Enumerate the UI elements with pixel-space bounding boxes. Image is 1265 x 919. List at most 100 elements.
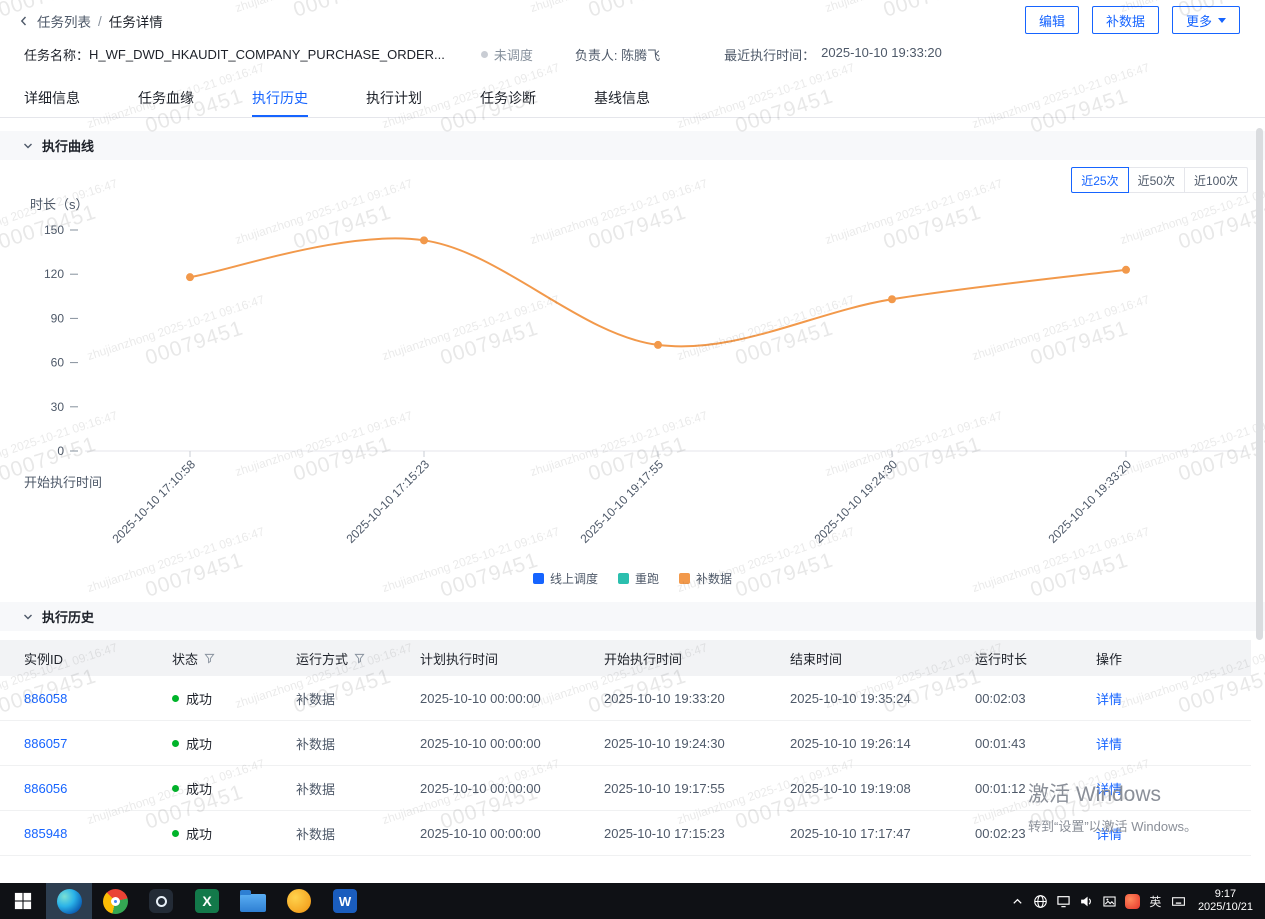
svg-text:30: 30 — [51, 400, 65, 414]
app-icon-dark-circle[interactable] — [138, 883, 184, 919]
detail-link[interactable]: 详情 — [1096, 824, 1251, 843]
tab-baseline[interactable]: 基线信息 — [594, 82, 650, 117]
svg-text:2025-10-10 17:10:58: 2025-10-10 17:10:58 — [109, 457, 198, 546]
col-header-run-mode: 运行方式 — [296, 649, 420, 668]
detail-link[interactable]: 详情 — [1096, 734, 1251, 753]
planned-time-cell: 2025-10-10 00:00:00 — [420, 691, 604, 706]
legend-item-rerun[interactable]: 重跑 — [618, 570, 659, 587]
taskbar-clock[interactable]: 9:17 2025/10/21 — [1190, 888, 1265, 914]
breadcrumb: 任务列表 / 任务详情 — [18, 11, 163, 31]
header-actions: 编辑 补数据 更多 — [1025, 6, 1240, 34]
red-app-tray-icon[interactable] — [1121, 883, 1144, 919]
history-table-header: 实例ID 状态 运行方式 计划执行时间 开始执行时间 结束时间 运行时长 操作 — [0, 640, 1251, 676]
history-table: 实例ID 状态 运行方式 计划执行时间 开始执行时间 结束时间 运行时长 操作 … — [0, 640, 1251, 856]
col-header-actions: 操作 — [1096, 649, 1251, 668]
schedule-status-text: 未调度 — [494, 45, 533, 64]
tab-diagnosis[interactable]: 任务诊断 — [480, 82, 536, 117]
svg-text:120: 120 — [44, 267, 64, 281]
end-time-cell: 2025-10-10 19:35:24 — [790, 691, 975, 706]
app-icon-excel[interactable] — [184, 883, 230, 919]
display-monitor-icon[interactable] — [1052, 883, 1075, 919]
watermark-tile: zhujianzhong 2025-10-21 09:16:4700079451 — [823, 0, 1012, 40]
tab-bar: 详细信息 任务血缘 执行历史 执行计划 任务诊断 基线信息 — [0, 82, 1265, 118]
status-cell: 成功 — [172, 779, 296, 798]
system-tray: 英 9:17 2025/10/21 — [1006, 883, 1265, 919]
planned-time-cell: 2025-10-10 00:00:00 — [420, 781, 604, 796]
end-time-cell: 2025-10-10 17:17:47 — [790, 826, 975, 841]
last-exec-value: 2025-10-10 19:33:20 — [821, 45, 942, 64]
svg-text:150: 150 — [44, 223, 64, 237]
edit-button[interactable]: 编辑 — [1025, 6, 1079, 34]
status-dot — [481, 51, 488, 58]
col-header-status: 状态 — [172, 649, 296, 668]
svg-text:2025-10-10 17:15:23: 2025-10-10 17:15:23 — [343, 457, 432, 546]
folder-icon — [240, 894, 266, 912]
volume-icon[interactable] — [1075, 883, 1098, 919]
svg-text:90: 90 — [51, 311, 65, 325]
chevron-down-icon — [22, 611, 34, 623]
task-name: H_WF_DWD_HKAUDIT_COMPANY_PURCHASE_ORDER.… — [89, 47, 445, 62]
touch-keyboard-icon[interactable] — [1167, 883, 1190, 919]
network-globe-icon[interactable] — [1029, 883, 1052, 919]
image-viewer-icon[interactable] — [1098, 883, 1121, 919]
clock-date: 2025/10/21 — [1198, 901, 1253, 914]
start-time-cell: 2025-10-10 19:24:30 — [604, 736, 790, 751]
hidden-icons-chevron[interactable] — [1006, 883, 1029, 919]
filter-icon[interactable] — [354, 653, 365, 664]
curve-section-header[interactable]: 执行曲线 — [0, 131, 1265, 160]
instance-id-link[interactable]: 886057 — [24, 736, 172, 751]
vertical-scrollbar[interactable] — [1256, 128, 1263, 640]
instance-id-link[interactable]: 885948 — [24, 826, 172, 841]
breadcrumb-task-list[interactable]: 任务列表 — [37, 11, 91, 31]
col-header-instance-id: 实例ID — [24, 649, 172, 668]
detail-link[interactable]: 详情 — [1096, 689, 1251, 708]
legend-label: 线上调度 — [550, 570, 598, 587]
task-owner: 负责人: 陈腾飞 — [575, 45, 660, 64]
range-last-50[interactable]: 近50次 — [1128, 167, 1185, 193]
app-icon-chrome[interactable] — [92, 883, 138, 919]
watermark-tile: zhujianzhong 2025-10-21 09:16:4700079451 — [528, 0, 717, 40]
svg-text:2025-10-10 19:33:20: 2025-10-10 19:33:20 — [1045, 457, 1134, 546]
tab-exec-history[interactable]: 执行历史 — [252, 82, 308, 117]
status-dot — [172, 830, 179, 837]
range-button-group: 近25次 近50次 近100次 — [1071, 167, 1248, 193]
tab-exec-plan[interactable]: 执行计划 — [366, 82, 422, 117]
range-last-100[interactable]: 近100次 — [1184, 167, 1248, 193]
start-button[interactable] — [0, 883, 46, 919]
ime-language-indicator[interactable]: 英 — [1144, 883, 1167, 919]
back-chevron-icon[interactable] — [18, 15, 30, 27]
svg-text:60: 60 — [51, 356, 65, 370]
app-icon-yellow[interactable] — [276, 883, 322, 919]
instance-id-link[interactable]: 886058 — [24, 691, 172, 706]
breadcrumb-task-detail: 任务详情 — [109, 11, 163, 31]
history-section-title: 执行历史 — [42, 607, 94, 626]
table-row: 885948成功补数据2025-10-10 00:00:002025-10-10… — [0, 811, 1251, 856]
history-section-header[interactable]: 执行历史 — [0, 602, 1265, 631]
tab-lineage[interactable]: 任务血缘 — [138, 82, 194, 117]
duration-cell: 00:01:43 — [975, 736, 1096, 751]
app-icon-edge[interactable] — [46, 883, 92, 919]
tab-details[interactable]: 详细信息 — [24, 82, 80, 117]
filter-icon[interactable] — [204, 653, 215, 664]
status-dot — [172, 740, 179, 747]
execution-curve-chart: 时长（s）03060901201502025-10-10 17:10:58202… — [0, 195, 1265, 567]
legend-swatch-orange — [679, 573, 690, 584]
legend-item-online[interactable]: 线上调度 — [533, 570, 598, 587]
backfill-button[interactable]: 补数据 — [1092, 6, 1159, 34]
status-cell: 成功 — [172, 689, 296, 708]
detail-link[interactable]: 详情 — [1096, 779, 1251, 798]
start-time-cell: 2025-10-10 19:17:55 — [604, 781, 790, 796]
svg-text:时长（s）: 时长（s） — [30, 197, 89, 212]
app-icon-file-explorer[interactable] — [230, 883, 276, 919]
duration-cell: 00:01:12 — [975, 781, 1096, 796]
table-row: 886057成功补数据2025-10-10 00:00:002025-10-10… — [0, 721, 1251, 766]
legend-swatch-blue — [533, 573, 544, 584]
chevron-down-icon — [22, 140, 34, 152]
page-content: 任务列表 / 任务详情 编辑 补数据 更多 任务名称： H_WF_DWD_HKA… — [0, 0, 1265, 883]
legend-item-backfill[interactable]: 补数据 — [679, 570, 732, 587]
app-icon-word[interactable] — [322, 883, 368, 919]
more-button[interactable]: 更多 — [1172, 6, 1240, 34]
range-last-25[interactable]: 近25次 — [1071, 167, 1128, 193]
instance-id-link[interactable]: 886056 — [24, 781, 172, 796]
dark-app-icon — [149, 889, 173, 913]
